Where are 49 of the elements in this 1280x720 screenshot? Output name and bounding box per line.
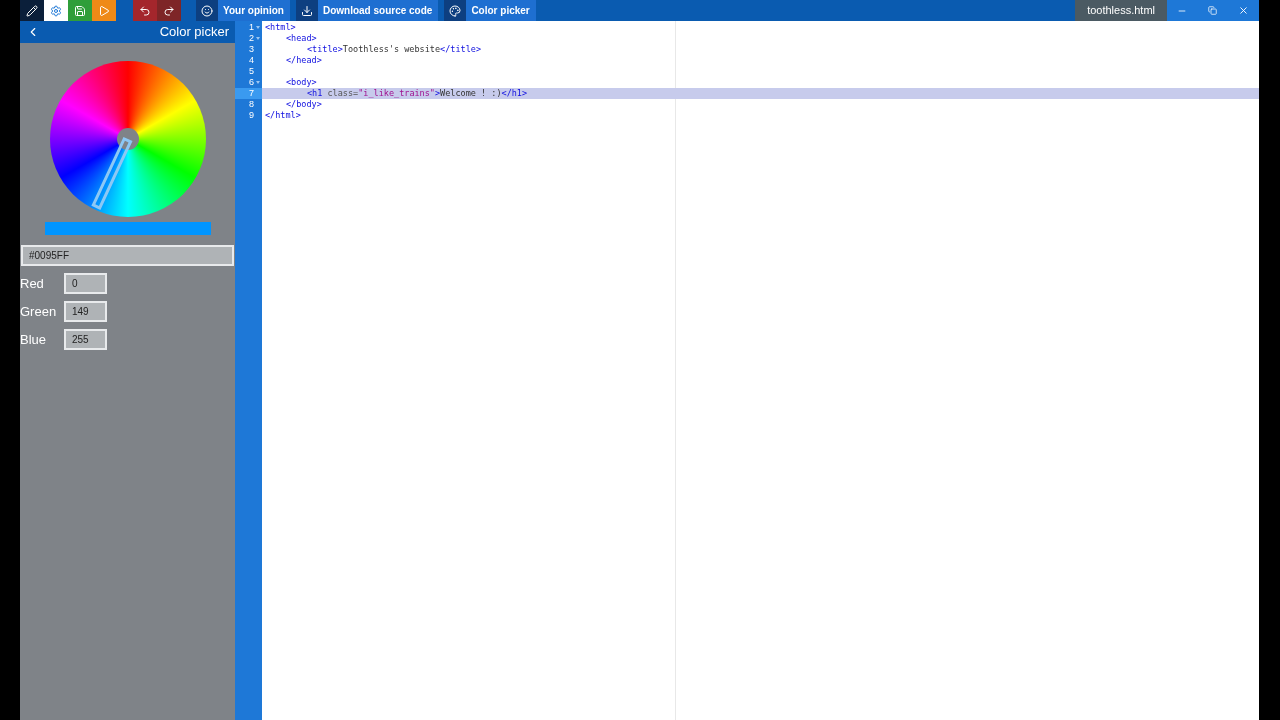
fold-marker-icon[interactable] <box>255 81 260 84</box>
settings-icon <box>50 4 62 17</box>
code-line: </html> <box>265 110 301 121</box>
line-number: 7 <box>249 88 254 99</box>
close-icon <box>1237 5 1249 16</box>
line-number: 9 <box>249 110 254 121</box>
code-line: <body> <box>286 77 317 88</box>
line-number: 5 <box>249 66 254 77</box>
line-number: 1 <box>249 22 254 33</box>
line-number: 3 <box>249 44 254 55</box>
code-line: <head> <box>286 33 317 44</box>
code-editor[interactable]: 1 <html> 2 <head> 3 <title>Toothless's website</title> 4 </head> 5 6 <body> 7 <h1 class="i_like_trains">Welcome ! :)</h1> 8 </body> 9 </html> <box>235 21 1259 720</box>
channel-label: Red <box>20 274 45 293</box>
toolbar-button[interactable]: Your opinion <box>196 0 290 21</box>
line-number: 8 <box>249 99 254 110</box>
code-line: <h1 class="i_like_trains">Welcome ! :)</h1> <box>307 88 528 99</box>
toolbar-button[interactable]: Color picker <box>444 0 536 21</box>
smiley-icon <box>201 4 213 17</box>
play-icon <box>98 4 110 17</box>
redo-button[interactable] <box>157 0 181 21</box>
line-number: 4 <box>249 55 254 66</box>
panel-title: Color picker <box>159 23 229 42</box>
save-button[interactable] <box>68 0 92 21</box>
channel-field[interactable]: 255 <box>64 329 107 350</box>
channel-field[interactable]: 0 <box>64 273 107 294</box>
undo-icon <box>139 4 151 17</box>
channel-field[interactable]: 149 <box>64 301 107 322</box>
pencil-logo-icon <box>26 4 38 17</box>
code-line: </head> <box>286 55 322 66</box>
window-title: toothless.html <box>1075 0 1167 21</box>
code-line: </body> <box>286 99 322 110</box>
line-number: 6 <box>249 77 254 88</box>
run-button[interactable] <box>92 0 116 21</box>
hex-field[interactable]: #0095FF <box>21 245 234 266</box>
line-number: 2 <box>249 33 254 44</box>
code-line: <title>Toothless's website</title> <box>307 44 481 55</box>
code-line: <html> <box>265 22 296 33</box>
restore-icon <box>1207 6 1217 15</box>
undo-button[interactable] <box>133 0 157 21</box>
channel-label: Green <box>20 302 58 321</box>
fold-marker-icon[interactable] <box>255 26 260 29</box>
toolbar-button[interactable]: Download source code <box>295 0 439 21</box>
fold-marker-icon[interactable] <box>255 37 260 40</box>
channel-label: Blue <box>20 330 48 349</box>
palette-icon <box>449 4 462 17</box>
logo-button[interactable] <box>20 0 44 21</box>
redo-icon <box>163 4 175 17</box>
save-icon <box>74 4 86 17</box>
download-icon <box>300 4 313 17</box>
